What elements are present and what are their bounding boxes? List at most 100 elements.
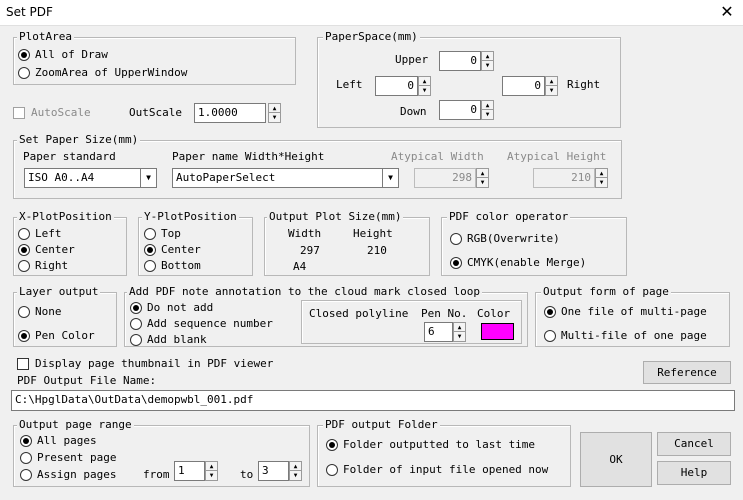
spin-down-icon[interactable]: ▼	[269, 113, 280, 122]
spin-down-icon[interactable]: ▼	[206, 471, 217, 480]
output-width-label: Width	[288, 227, 322, 240]
paper-name-select[interactable]: AutoPaperSelect	[172, 168, 383, 188]
y-plot-bottom-label: Bottom	[161, 259, 201, 272]
x-plot-right-label: Right	[35, 259, 69, 272]
close-icon[interactable]: ✕	[716, 2, 738, 22]
x-plot-right-radio[interactable]	[18, 260, 30, 272]
outscale-spinner[interactable]: ▲ ▼	[268, 103, 281, 123]
color-rgb-label: RGB(Overwrite)	[467, 232, 560, 245]
spin-up-icon[interactable]: ▲	[269, 104, 280, 113]
x-plot-legend: X-PlotPosition	[17, 210, 114, 223]
output-multi-file-radio[interactable]	[544, 330, 556, 342]
spin-down-icon[interactable]: ▼	[482, 61, 493, 70]
chevron-down-icon[interactable]: ▼	[383, 168, 399, 188]
output-paper-value: A4	[293, 260, 307, 273]
pen-no-input[interactable]: 6	[424, 322, 453, 342]
right-input[interactable]: 0	[502, 76, 545, 96]
color-swatch[interactable]	[481, 323, 514, 340]
y-plot-top-label: Top	[161, 227, 181, 240]
spin-down-icon[interactable]: ▼	[477, 178, 488, 187]
plot-area-zoom-radio[interactable]	[18, 67, 30, 79]
paper-name-label: Paper name Width*Height	[172, 150, 325, 163]
reference-button[interactable]: Reference	[643, 361, 731, 384]
atypical-width-input[interactable]: 298	[414, 168, 476, 188]
x-plot-center-radio[interactable]	[18, 244, 30, 256]
left-spinner[interactable]: ▲ ▼	[418, 76, 431, 96]
page-to-input[interactable]: 3	[258, 461, 289, 481]
spin-up-icon[interactable]: ▲	[546, 77, 557, 86]
chevron-down-icon[interactable]: ▼	[141, 168, 157, 188]
down-spinner[interactable]: ▲ ▼	[481, 100, 494, 120]
thumbnail-checkbox[interactable]	[17, 358, 29, 370]
output-multi-file-label: Multi-file of one page	[561, 329, 707, 342]
atypical-height-spinner[interactable]: ▲ ▼	[595, 168, 608, 188]
spin-down-icon[interactable]: ▼	[454, 332, 465, 341]
left-input[interactable]: 0	[375, 76, 418, 96]
down-input[interactable]: 0	[439, 100, 481, 120]
layer-pen-color-label: Pen Color	[35, 329, 95, 342]
output-height-label: Height	[353, 227, 393, 240]
annotation-blank-radio[interactable]	[130, 334, 142, 346]
folder-last-radio[interactable]	[326, 439, 338, 451]
spin-down-icon[interactable]: ▼	[596, 178, 607, 187]
spin-up-icon[interactable]: ▲	[454, 323, 465, 332]
x-plot-left-radio[interactable]	[18, 228, 30, 240]
color-operator-legend: PDF color operator	[447, 210, 571, 223]
y-plot-legend: Y-PlotPosition	[142, 210, 239, 223]
annotation-sequence-label: Add sequence number	[147, 317, 273, 330]
spin-down-icon[interactable]: ▼	[290, 471, 301, 480]
help-button[interactable]: Help	[657, 461, 731, 485]
atypical-width-spinner[interactable]: ▲ ▼	[476, 168, 489, 188]
thumbnail-label: Display page thumbnail in PDF viewer	[35, 357, 274, 370]
file-name-label: PDF Output File Name:	[17, 374, 157, 387]
output-size-group	[264, 217, 430, 276]
page-from-spinner[interactable]: ▲ ▼	[205, 461, 218, 481]
right-spinner[interactable]: ▲ ▼	[545, 76, 558, 96]
outscale-input[interactable]: 1.0000	[194, 103, 266, 123]
spin-up-icon[interactable]: ▲	[482, 101, 493, 110]
plot-area-all-radio[interactable]	[18, 49, 30, 61]
y-plot-center-label: Center	[161, 243, 201, 256]
page-from-input[interactable]: 1	[174, 461, 205, 481]
y-plot-center-radio[interactable]	[144, 244, 156, 256]
page-assign-radio[interactable]	[20, 469, 32, 481]
spin-down-icon[interactable]: ▼	[546, 86, 557, 95]
spin-up-icon[interactable]: ▲	[290, 462, 301, 471]
output-size-legend: Output Plot Size(mm)	[267, 210, 404, 223]
color-rgb-radio[interactable]	[450, 233, 462, 245]
spin-up-icon[interactable]: ▲	[482, 52, 493, 61]
annotation-none-radio[interactable]	[130, 302, 142, 314]
cancel-button[interactable]: Cancel	[657, 432, 731, 456]
spin-down-icon[interactable]: ▼	[419, 86, 430, 95]
spin-up-icon[interactable]: ▲	[419, 77, 430, 86]
paper-standard-select[interactable]: ISO A0..A4	[24, 168, 141, 188]
folder-input-radio[interactable]	[326, 464, 338, 476]
layer-pen-color-radio[interactable]	[18, 330, 30, 342]
spin-up-icon[interactable]: ▲	[477, 169, 488, 178]
spin-up-icon[interactable]: ▲	[596, 169, 607, 178]
autoscale-checkbox[interactable]	[13, 107, 25, 119]
page-present-radio[interactable]	[20, 452, 32, 464]
y-plot-top-radio[interactable]	[144, 228, 156, 240]
color-cmyk-radio[interactable]	[450, 257, 462, 269]
paper-size-legend: Set Paper Size(mm)	[17, 133, 141, 146]
upper-spinner[interactable]: ▲ ▼	[481, 51, 494, 71]
pen-no-spinner[interactable]: ▲ ▼	[453, 322, 466, 342]
layer-none-radio[interactable]	[18, 306, 30, 318]
annotation-sequence-radio[interactable]	[130, 318, 142, 330]
y-plot-bottom-radio[interactable]	[144, 260, 156, 272]
ok-button[interactable]: OK	[580, 432, 652, 487]
x-plot-center-label: Center	[35, 243, 75, 256]
spin-down-icon[interactable]: ▼	[482, 110, 493, 119]
page-to-label: to	[240, 468, 254, 481]
output-multi-page-radio[interactable]	[544, 306, 556, 318]
plot-area-legend: PlotArea	[17, 30, 74, 43]
file-name-input[interactable]: C:\HpglData\OutData\demopwbl_001.pdf	[11, 390, 735, 411]
page-all-radio[interactable]	[20, 435, 32, 447]
spin-up-icon[interactable]: ▲	[206, 462, 217, 471]
upper-input[interactable]: 0	[439, 51, 481, 71]
annotation-legend: Add PDF note annotation to the cloud mar…	[127, 285, 482, 298]
folder-input-label: Folder of input file opened now	[343, 463, 549, 476]
page-to-spinner[interactable]: ▲ ▼	[289, 461, 302, 481]
atypical-height-input[interactable]: 210	[533, 168, 595, 188]
